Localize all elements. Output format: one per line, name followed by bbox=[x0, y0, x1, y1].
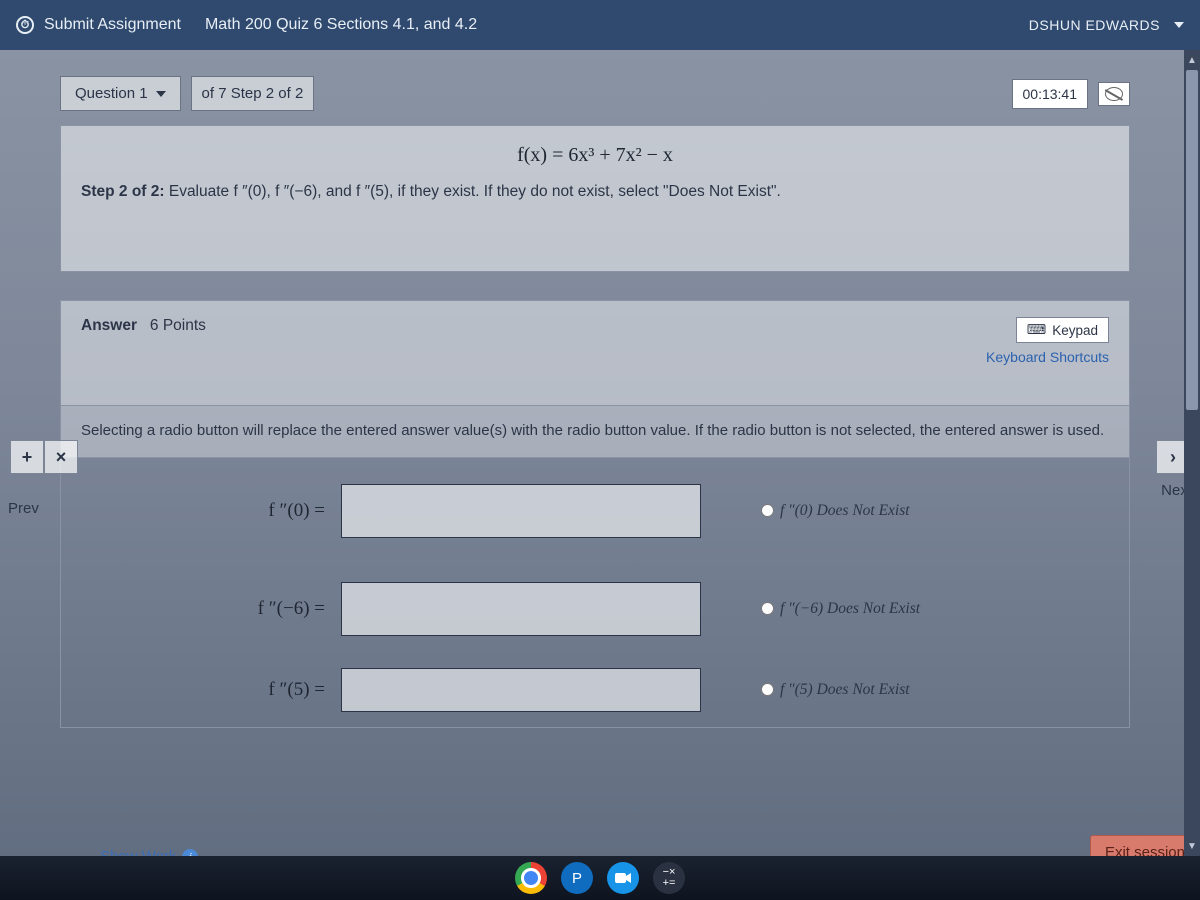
answer-row-0: f ″(0) = f ″(0) Does Not Exist bbox=[61, 484, 1129, 538]
answer-inputs: f ″(0) = f ″(0) Does Not Exist f ″(−6) =… bbox=[60, 458, 1130, 728]
question-body: f(x) = 6x³ + 7x² − x Step 2 of 2: Evalua… bbox=[60, 125, 1130, 272]
answer-label-2: f ″(5) = bbox=[61, 679, 341, 701]
radio-hint: Selecting a radio button will replace th… bbox=[60, 406, 1130, 458]
dne-radio-0[interactable] bbox=[761, 504, 774, 517]
question-header: Question 1 of 7 Step 2 of 2 00:13:41 bbox=[60, 76, 1130, 111]
keypad-label: Keypad bbox=[1052, 323, 1098, 338]
chrome-icon[interactable] bbox=[515, 862, 547, 894]
answer-row-1: f ″(−6) = f ″(−6) Does Not Exist bbox=[61, 582, 1129, 636]
content-area: Question 1 of 7 Step 2 of 2 00:13:41 f(x… bbox=[0, 50, 1200, 900]
answer-label-1: f ″(−6) = bbox=[61, 598, 341, 620]
zoom-in-button[interactable]: + bbox=[10, 440, 44, 474]
step-text-label: of 7 Step 2 of 2 bbox=[202, 85, 304, 102]
answer-input-1[interactable] bbox=[341, 582, 701, 636]
keyboard-shortcuts-link[interactable]: Keyboard Shortcuts bbox=[986, 349, 1109, 365]
keypad-icon: ⌨ bbox=[1027, 322, 1047, 338]
answer-input-0[interactable] bbox=[341, 484, 701, 538]
dne-radio-1[interactable] bbox=[761, 602, 774, 615]
dne-label-0: f ″(0) Does Not Exist bbox=[780, 502, 910, 520]
taskbar: P −×+= bbox=[0, 856, 1200, 900]
dne-label-1: f ″(−6) Does Not Exist bbox=[780, 600, 920, 618]
scroll-thumb[interactable] bbox=[1186, 70, 1198, 410]
question-number: Question 1 bbox=[75, 85, 148, 102]
left-tool-strip: + × bbox=[10, 440, 78, 474]
close-tool-button[interactable]: × bbox=[44, 440, 78, 474]
answer-header-block: Answer 6 Points ⌨ Keypad Keyboard Shortc… bbox=[60, 300, 1130, 406]
answer-label: Answer bbox=[81, 317, 137, 334]
user-menu[interactable]: DSHUN EDWARDS bbox=[1029, 17, 1184, 33]
keypad-button[interactable]: ⌨ Keypad bbox=[1016, 317, 1109, 343]
timer-display: 00:13:41 bbox=[1012, 79, 1089, 109]
answer-row-2: f ″(5) = f ″(5) Does Not Exist bbox=[61, 668, 1129, 712]
top-bar: ⏱ Submit Assignment Math 200 Quiz 6 Sect… bbox=[0, 0, 1200, 50]
scroll-up-icon[interactable]: ▲ bbox=[1184, 52, 1200, 68]
dne-option-1[interactable]: f ″(−6) Does Not Exist bbox=[761, 600, 920, 618]
eye-slash-icon bbox=[1105, 87, 1123, 101]
question-selector[interactable]: Question 1 bbox=[60, 76, 181, 111]
answer-label-0: f ″(0) = bbox=[61, 500, 341, 522]
dne-option-0[interactable]: f ″(0) Does Not Exist bbox=[761, 502, 910, 520]
caret-down-icon bbox=[1174, 22, 1184, 28]
dne-radio-2[interactable] bbox=[761, 683, 774, 696]
step-instruction: Step 2 of 2: Evaluate f ″(0), f ″(−6), a… bbox=[81, 183, 1109, 201]
app-icon-p[interactable]: P bbox=[561, 862, 593, 894]
assignment-title: Math 200 Quiz 6 Sections 4.1, and 4.2 bbox=[205, 16, 477, 34]
step-label: Step 2 of 2: bbox=[81, 183, 165, 200]
prev-button[interactable]: Prev bbox=[8, 500, 39, 517]
answer-input-2[interactable] bbox=[341, 668, 701, 712]
camera-icon[interactable] bbox=[607, 862, 639, 894]
scroll-down-icon[interactable]: ▼ bbox=[1184, 838, 1200, 854]
calculator-icon[interactable]: −×+= bbox=[653, 862, 685, 894]
function-formula: f(x) = 6x³ + 7x² − x bbox=[81, 144, 1109, 167]
hide-timer-button[interactable] bbox=[1098, 82, 1130, 106]
dne-label-2: f ″(5) Does Not Exist bbox=[780, 681, 910, 699]
points-label: 6 Points bbox=[150, 317, 206, 334]
user-name: DSHUN EDWARDS bbox=[1029, 17, 1160, 33]
caret-down-icon bbox=[156, 91, 166, 97]
dne-option-2[interactable]: f ″(5) Does Not Exist bbox=[761, 681, 910, 699]
timer-value: 00:13:41 bbox=[1023, 86, 1078, 102]
step-indicator: of 7 Step 2 of 2 bbox=[191, 76, 315, 111]
step-detail: Evaluate f ″(0), f ″(−6), and f ″(5), if… bbox=[165, 183, 781, 200]
vertical-scrollbar[interactable]: ▲ ▼ bbox=[1184, 50, 1200, 856]
submit-assignment-link[interactable]: Submit Assignment bbox=[44, 16, 181, 34]
clock-icon: ⏱ bbox=[16, 16, 34, 34]
